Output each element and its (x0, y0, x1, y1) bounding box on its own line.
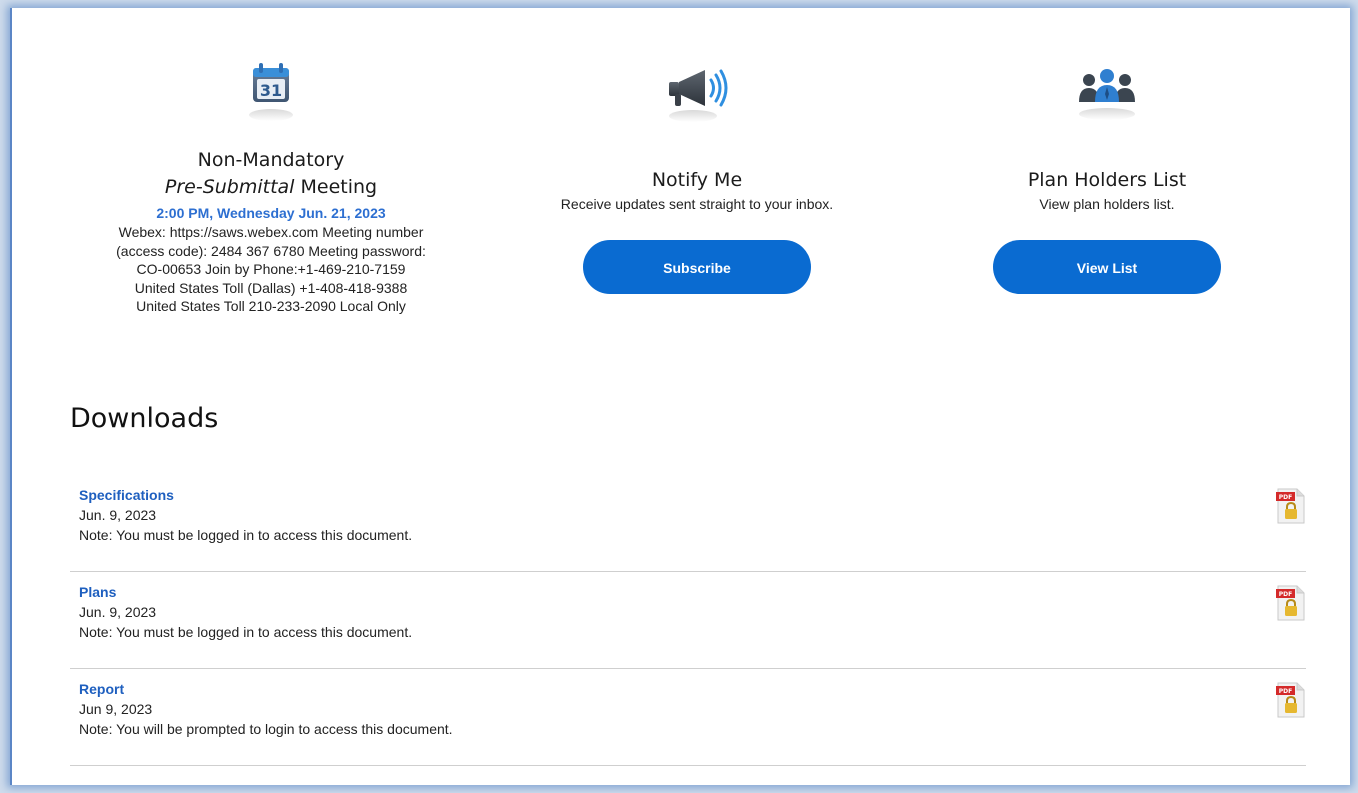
pdf-lock-icon[interactable]: PDF (1276, 488, 1306, 524)
view-list-button[interactable]: View List (993, 239, 1221, 294)
notify-title: Notify Me (651, 169, 743, 191)
meeting-detail-line: (access code): 2484 367 6780 Meeting pas… (116, 242, 426, 259)
meeting-title-rest: Meeting (294, 176, 378, 198)
meeting-title-line2: Pre-Submittal Meeting (66, 175, 476, 200)
download-date: Jun. 9, 2023 (79, 507, 157, 523)
meeting-time: 2:00 PM, Wednesday Jun. 21, 2023 (156, 205, 386, 221)
plan-holders-title: Plan Holders List (1027, 169, 1187, 191)
download-note: Note: You will be prompted to login to a… (79, 721, 453, 737)
meeting-details: Webex: https://saws.webex.com Meeting nu… (66, 223, 476, 316)
meeting-detail-line: United States Toll 210-233-2090 Local On… (136, 298, 406, 314)
download-item: Plans Jun. 9, 2023 Note: You must be log… (70, 573, 1306, 669)
meeting-detail-line: CO-00653 Join by Phone:+1-469-210-7159 (136, 261, 406, 277)
meeting-detail-line: United States Toll (Dallas) +1-408-418-9… (134, 279, 408, 296)
download-note: Note: You must be logged in to access th… (79, 624, 413, 640)
plan-holders-card: Plan Holders List View plan holders list… (902, 8, 1312, 294)
page-frame: 31 Non-Mandatory Pre-Submittal Meeting 2… (10, 8, 1350, 785)
download-link-plans[interactable]: Plans (79, 573, 1306, 602)
downloads-list: Specifications Jun. 9, 2023 Note: You mu… (70, 476, 1306, 766)
download-date: Jun. 9, 2023 (79, 604, 157, 620)
download-note: Note: You must be logged in to access th… (79, 527, 413, 543)
downloads-title: Downloads (70, 403, 219, 434)
notify-text: Receive updates sent straight to your in… (560, 196, 834, 212)
calendar-day: 31 (260, 81, 282, 100)
notify-card: Notify Me Receive updates sent straight … (487, 8, 907, 294)
download-link-report[interactable]: Report (79, 670, 1306, 699)
info-cards: 31 Non-Mandatory Pre-Submittal Meeting 2… (12, 8, 1350, 368)
download-item: Report Jun 9, 2023 Note: You will be pro… (70, 670, 1306, 766)
pdf-badge: PDF (1279, 494, 1292, 501)
meeting-detail-line: Webex: https://saws.webex.com Meeting nu… (118, 224, 424, 240)
megaphone-icon (657, 60, 737, 130)
meeting-title-italic: Pre-Submittal (164, 176, 295, 198)
users-icon (1067, 60, 1147, 130)
pdf-badge: PDF (1279, 688, 1292, 695)
pdf-lock-icon[interactable]: PDF (1276, 682, 1306, 718)
pdf-badge: PDF (1279, 591, 1292, 598)
download-link-specifications[interactable]: Specifications (79, 476, 1306, 505)
calendar-icon: 31 (231, 60, 311, 130)
meeting-card: 31 Non-Mandatory Pre-Submittal Meeting 2… (66, 8, 476, 316)
pdf-lock-icon[interactable]: PDF (1276, 585, 1306, 621)
download-item: Specifications Jun. 9, 2023 Note: You mu… (70, 476, 1306, 572)
download-date: Jun 9, 2023 (79, 701, 153, 717)
subscribe-button[interactable]: Subscribe (583, 239, 811, 294)
meeting-title-line1: Non-Mandatory (197, 149, 345, 171)
plan-holders-text: View plan holders list. (1039, 196, 1175, 212)
